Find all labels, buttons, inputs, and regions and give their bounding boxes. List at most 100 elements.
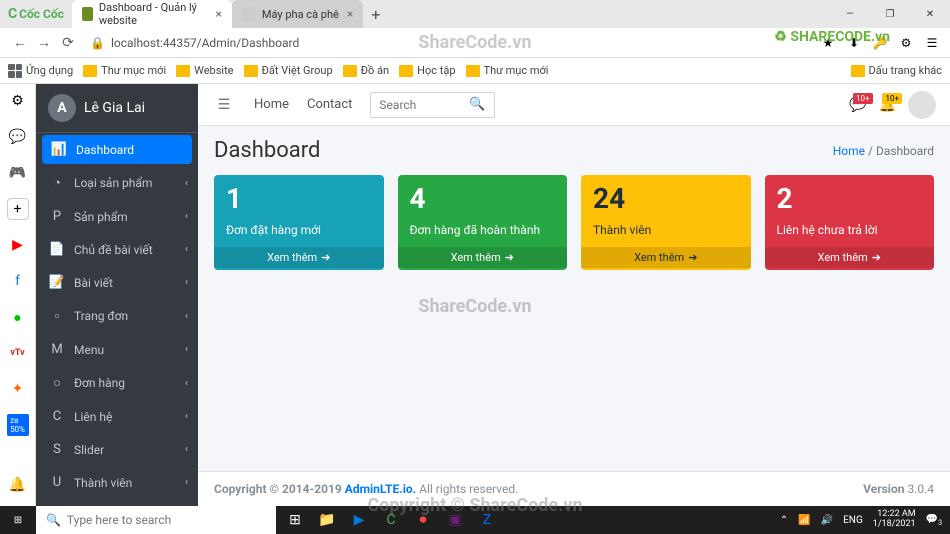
breadcrumb-home[interactable]: Home [833, 144, 865, 158]
visual-studio-icon[interactable]: ▣ [440, 506, 470, 534]
sidebar-item-post[interactable]: 📝 Bài viết ‹ [36, 266, 198, 299]
chevron-left-icon: ‹ [185, 244, 188, 255]
extension-icon[interactable]: ☰ [922, 33, 942, 53]
messenger-icon[interactable]: 💬 [7, 126, 29, 148]
sidebar-item-product-type[interactable]: ◔ Loại sản phẩm ‹ [36, 166, 198, 200]
bookmark-folder[interactable]: Đất Việt Group [244, 64, 333, 77]
sidebar-item-contact[interactable]: C Liên hệ ‹ [36, 400, 198, 433]
bookmark-folder[interactable]: Đồ án [343, 64, 389, 77]
lock-icon: 🔒 [90, 36, 105, 50]
vtv-icon[interactable]: vTv [7, 342, 29, 364]
line-icon[interactable]: ● [7, 306, 29, 328]
tab-favicon [82, 7, 93, 21]
sidebar-item-post-topic[interactable]: 📄 Chủ đề bài viết ‹ [36, 233, 198, 266]
zalo-icon[interactable]: Z [472, 506, 502, 534]
file-alt-icon: 📄 [48, 242, 66, 257]
taskbar-search[interactable]: 🔍 Type here to search [36, 506, 276, 534]
parking-icon: P [48, 209, 66, 224]
stat-more-link[interactable]: Xem thêm ➔ [214, 247, 384, 268]
browser-tab-inactive[interactable]: Máy pha cà phê × [232, 0, 363, 28]
search-input[interactable] [379, 98, 469, 112]
stat-card-members: 24 Thành viên Xem thêm ➔ [581, 175, 751, 270]
search-box[interactable]: 🔍 [370, 92, 494, 118]
volume-icon[interactable]: 🔊 [821, 515, 833, 526]
tray-chevron-icon[interactable]: ⌃ [780, 515, 788, 526]
action-center-icon[interactable]: 💬3 [926, 514, 942, 527]
stat-more-link[interactable]: Xem thêm ➔ [765, 247, 935, 268]
bookmark-folder[interactable]: Website [176, 64, 233, 77]
os-gear-icon[interactable]: ⚙ [7, 90, 29, 112]
arrow-circle-icon: ➔ [321, 251, 330, 264]
tab-close-icon[interactable]: × [347, 7, 353, 21]
wifi-icon[interactable]: 📶 [798, 515, 810, 526]
messages-icon[interactable]: 💬10+ [849, 97, 866, 113]
new-tab-button[interactable]: + [363, 5, 388, 24]
bookmark-folder[interactable]: Thư mục mới [466, 64, 549, 77]
page-icon: ▫ [48, 308, 66, 324]
notification-bell-icon[interactable]: 🔔 [7, 474, 29, 496]
start-button[interactable]: ⊞ [0, 506, 36, 534]
extension-icon[interactable]: ⚙ [896, 33, 916, 53]
stat-label: Thành viên [593, 223, 739, 237]
other-bookmarks[interactable]: Dấu trang khác [851, 64, 942, 77]
file-explorer-icon[interactable]: 📁 [312, 506, 342, 534]
youtube-icon[interactable]: ▶ [7, 234, 29, 256]
task-view-icon[interactable]: ⊞ [280, 506, 310, 534]
apps-button[interactable]: Ứng dụng [8, 64, 73, 78]
content-header: Dashboard Home / Dashboard [198, 126, 950, 175]
stat-card-completed-orders: 4 Đơn hàng đã hoàn thành Xem thêm ➔ [398, 175, 568, 270]
chevron-left-icon: ‹ [185, 444, 188, 455]
search-icon[interactable]: 🔍 [469, 97, 485, 112]
window-close[interactable]: ✕ [910, 0, 950, 28]
browser-logo: Cốc Cốc [0, 6, 72, 22]
window-minimize[interactable]: — [830, 0, 870, 28]
language-indicator[interactable]: ENG [843, 515, 863, 526]
address-bar-row: ← → ⟳ 🔒 localhost:44357/Admin/Dashboard … [0, 28, 950, 58]
game-icon[interactable]: 🎮 [7, 162, 29, 184]
os-sidebar: ⚙ 💬 🎮 + ▶ f ● vTv ✦ za50% 🔔 [0, 84, 36, 506]
browser-tab-active[interactable]: Dashboard - Quản lý website × [72, 0, 232, 28]
bookmark-folder[interactable]: Thư mục mới [83, 64, 166, 77]
sidebar-item-single-page[interactable]: ▫ Trang đơn ‹ [36, 299, 198, 333]
sidebar-item-order[interactable]: ○ Đơn hàng ‹ [36, 366, 198, 400]
chevron-left-icon: ‹ [185, 378, 188, 389]
window-maximize[interactable]: ❐ [870, 0, 910, 28]
system-clock[interactable]: 12:22 AM 1/18/2021 [873, 510, 916, 530]
stat-value: 2 [777, 185, 923, 213]
footer-brand-link[interactable]: AdminLTE.io. [345, 482, 416, 496]
sidebar-toggle-icon[interactable]: ☰ [212, 93, 236, 117]
nav-link-home[interactable]: Home [254, 97, 289, 112]
windows-taskbar: ⊞ 🔍 Type here to search ⊞ 📁 ▶ C ⏺ ▣ Z ⌃ … [0, 506, 950, 534]
movies-icon[interactable]: ▶ [344, 506, 374, 534]
app-icon[interactable]: za50% [7, 414, 29, 436]
tab-close-icon[interactable]: × [216, 7, 222, 21]
sidebar-item-slider[interactable]: S Slider ‹ [36, 433, 198, 466]
coccoc-taskbar-icon[interactable]: C [376, 506, 406, 534]
sidebar-item-product[interactable]: P Sản phẩm ‹ [36, 200, 198, 233]
sidebar-item-member[interactable]: U Thành viên ‹ [36, 466, 198, 499]
watermark: ShareCode.vn [418, 32, 531, 53]
sidebar-item-dashboard[interactable]: 📊 Dashboard [42, 135, 192, 164]
app-icon[interactable]: ✦ [7, 378, 29, 400]
stats-cards-row: 1 Đơn đặt hàng mới Xem thêm ➔ 4 Đơn hàng… [198, 175, 950, 270]
stat-more-link[interactable]: Xem thêm ➔ [581, 247, 751, 268]
notifications-icon[interactable]: 🔔10+ [879, 97, 896, 113]
plus-button[interactable]: + [7, 198, 29, 220]
bookmark-folder[interactable]: Học tập [399, 64, 455, 77]
nav-link-contact[interactable]: Contact [307, 97, 352, 112]
sidebar-brand[interactable]: A Lê Gia Lai [36, 84, 198, 133]
breadcrumb: Home / Dashboard [833, 144, 934, 158]
sidebar-item-menu[interactable]: M Menu ‹ [36, 333, 198, 366]
chevron-left-icon: ‹ [185, 344, 188, 355]
forward-button[interactable]: → [32, 31, 56, 55]
breadcrumb-current: Dashboard [876, 144, 934, 158]
stat-more-link[interactable]: Xem thêm ➔ [398, 247, 568, 268]
reload-button[interactable]: ⟳ [56, 31, 80, 55]
back-button[interactable]: ← [8, 31, 32, 55]
sliders-icon: S [48, 442, 66, 457]
brand-logo-icon: A [48, 94, 76, 122]
facebook-icon[interactable]: f [7, 270, 29, 292]
user-avatar[interactable] [908, 91, 936, 119]
record-icon[interactable]: ⏺ [408, 506, 438, 534]
phone-icon: C [48, 409, 66, 424]
